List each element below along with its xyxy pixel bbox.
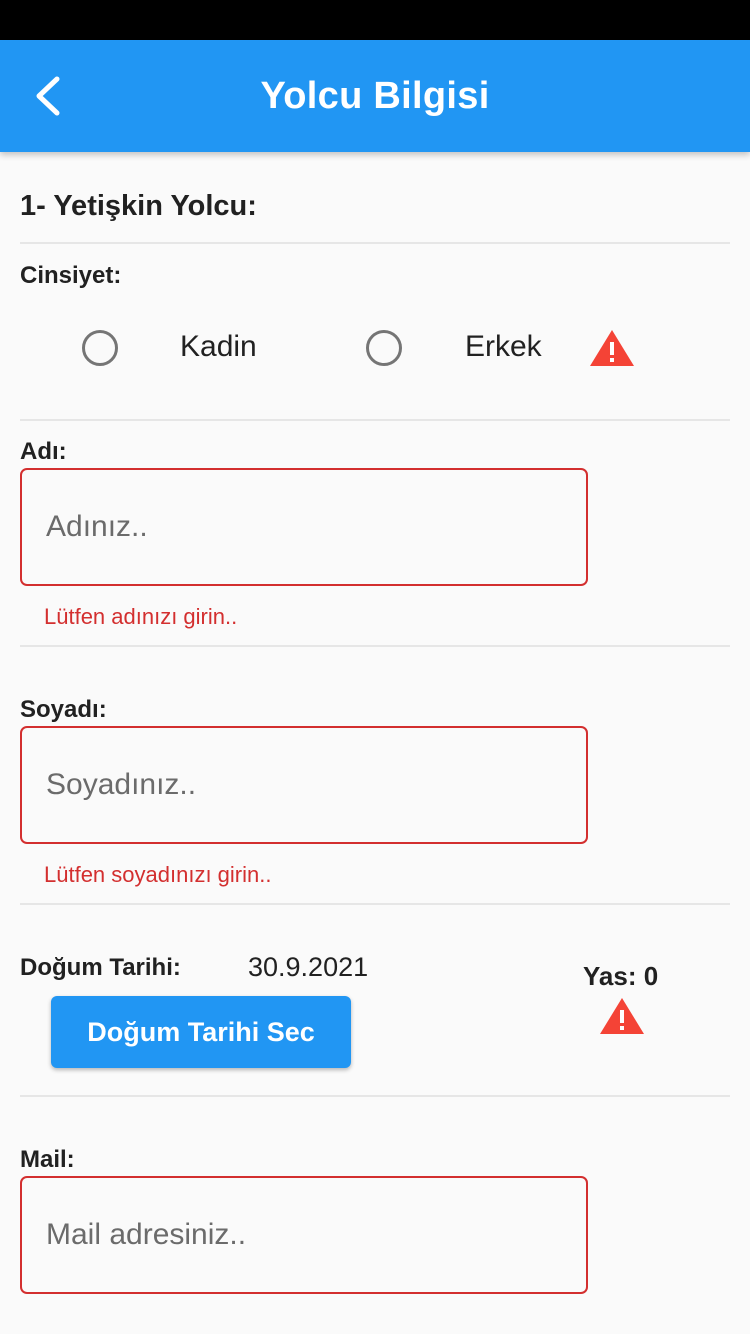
mail-field[interactable]	[20, 1176, 588, 1294]
first-name-input[interactable]	[22, 470, 586, 584]
radio-kadin[interactable]	[82, 330, 118, 366]
first-name-field[interactable]	[20, 468, 588, 586]
select-birth-date-button[interactable]: Doğum Tarihi Sec	[51, 996, 351, 1068]
passenger-section-title: 1- Yetişkin Yolcu:	[20, 190, 257, 222]
status-bar	[0, 0, 750, 40]
birth-date-value: 30.9.2021	[248, 952, 369, 982]
divider	[20, 1095, 730, 1097]
last-name-label: Soyadı:	[20, 696, 107, 723]
divider	[20, 242, 730, 244]
divider	[20, 645, 730, 647]
last-name-error: Lütfen soyadınızı girin..	[44, 862, 272, 887]
gender-label: Cinsiyet:	[20, 262, 122, 289]
app-bar: Yolcu Bilgisi	[0, 40, 750, 152]
last-name-input[interactable]	[22, 728, 586, 842]
last-name-field[interactable]	[20, 726, 588, 844]
first-name-label: Adı:	[20, 438, 67, 465]
warning-icon	[600, 998, 644, 1034]
divider	[20, 903, 730, 905]
first-name-error: Lütfen adınızı girin..	[44, 604, 238, 629]
radio-kadin-label[interactable]: Kadin	[180, 330, 257, 364]
radio-erkek[interactable]	[366, 330, 402, 366]
warning-icon	[590, 330, 634, 366]
divider	[20, 419, 730, 421]
age-label: Yas: 0	[583, 961, 659, 991]
mail-label: Mail:	[20, 1146, 75, 1173]
page-title: Yolcu Bilgisi	[260, 75, 490, 117]
birth-date-label: Doğum Tarihi:	[20, 954, 181, 981]
radio-erkek-label[interactable]: Erkek	[465, 330, 542, 364]
mail-input[interactable]	[22, 1178, 586, 1292]
chevron-left-icon	[36, 76, 60, 116]
back-button[interactable]	[18, 66, 78, 126]
